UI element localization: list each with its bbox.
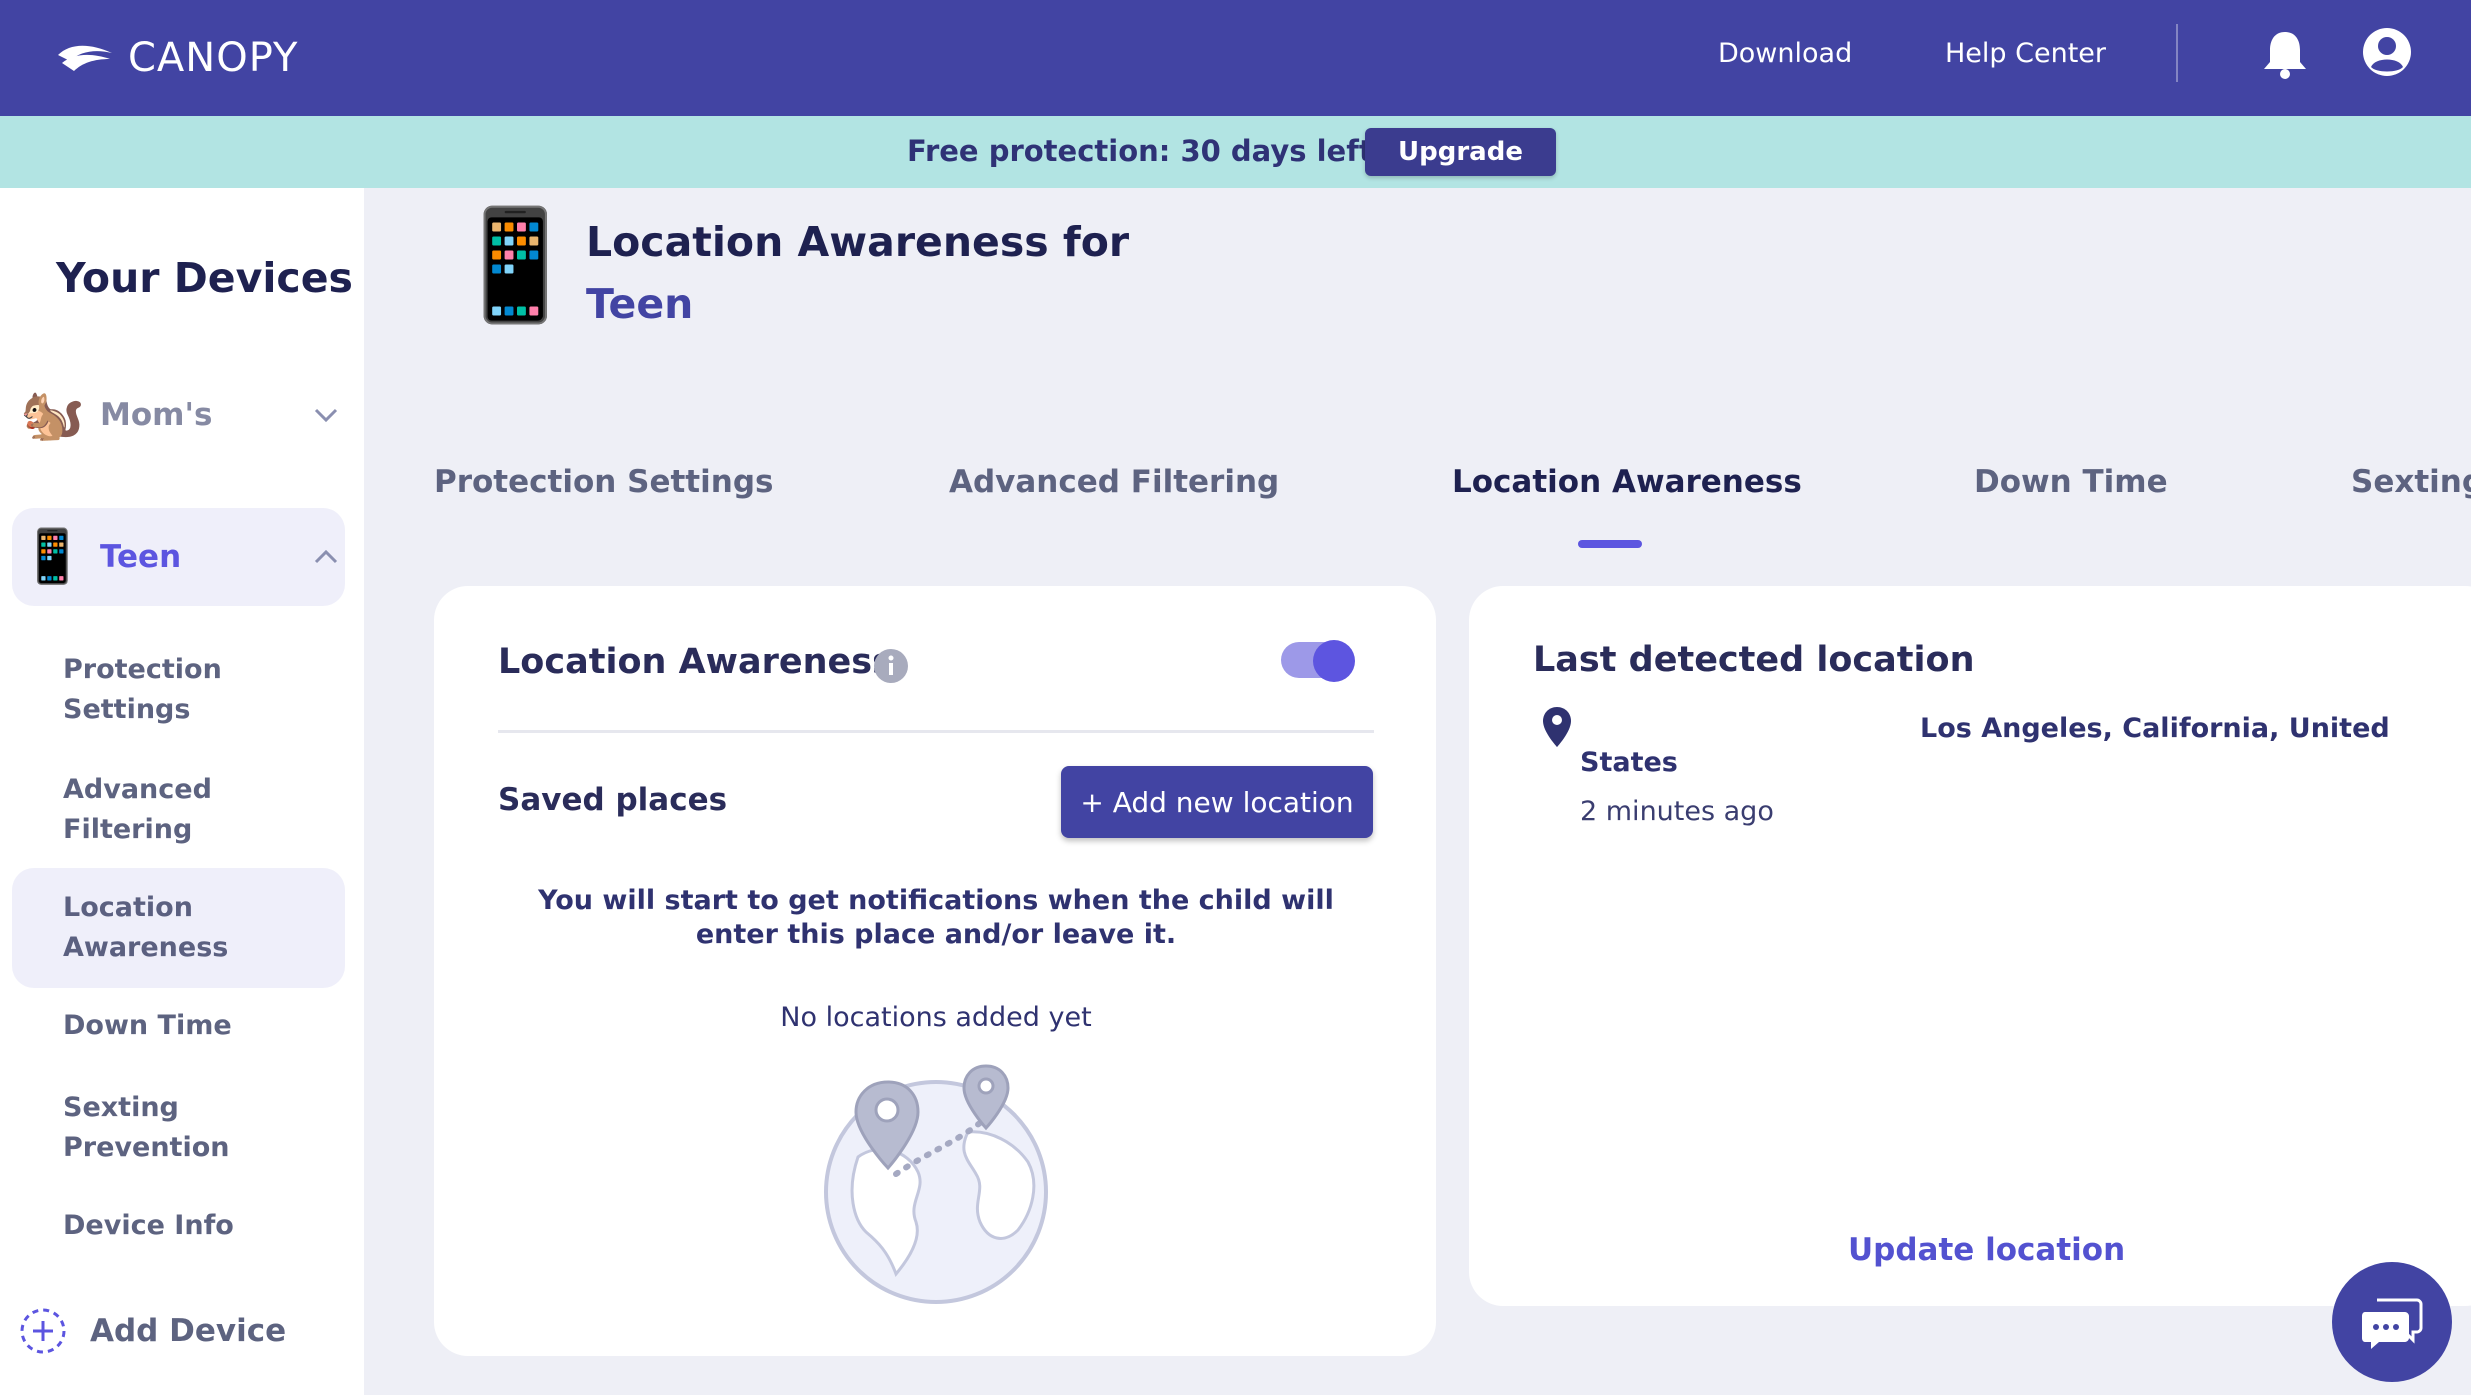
download-link[interactable]: Download bbox=[1718, 38, 1852, 69]
saved-places-title: Saved places bbox=[498, 782, 728, 818]
add-device-label: Add Device bbox=[90, 1313, 287, 1349]
canopy-leaf-icon bbox=[58, 45, 112, 71]
sidebar-item-down-time[interactable]: Down Time bbox=[12, 1006, 345, 1046]
globe-pins-illustration-icon bbox=[824, 1064, 1048, 1304]
page-title: Location Awareness for bbox=[586, 218, 1130, 266]
nav-divider bbox=[2176, 24, 2178, 82]
update-location-link[interactable]: Update location bbox=[1848, 1232, 2125, 1268]
account-icon[interactable] bbox=[2361, 26, 2413, 78]
location-timestamp: 2 minutes ago bbox=[1580, 796, 1774, 827]
add-new-location-button[interactable]: + Add new location bbox=[1061, 766, 1373, 838]
add-device-button[interactable]: Add Device bbox=[18, 1306, 286, 1356]
add-circle-icon bbox=[20, 1308, 66, 1354]
device-moms[interactable]: 🐿️ Mom's bbox=[12, 366, 345, 464]
card-divider bbox=[498, 730, 1374, 733]
sidebar-item-label: Protection Settings bbox=[63, 654, 222, 725]
squirrel-icon: 🐿️ bbox=[20, 385, 85, 445]
tab-advanced-filtering[interactable]: Advanced Filtering bbox=[949, 464, 1279, 500]
device-teen[interactable]: 📱 Teen bbox=[12, 508, 345, 606]
upgrade-button[interactable]: Upgrade bbox=[1365, 128, 1556, 176]
chevron-up-icon[interactable] bbox=[311, 542, 341, 572]
last-detected-location-title: Last detected location bbox=[1533, 640, 1975, 680]
sidebar-item-label: Advanced Filtering bbox=[63, 774, 212, 845]
canopy-logo[interactable]: CANOPY bbox=[56, 30, 298, 86]
location-address: Los Angeles, California, United States bbox=[1580, 712, 2440, 780]
sidebar-item-device-info[interactable]: Device Info bbox=[12, 1206, 345, 1246]
bell-icon[interactable] bbox=[2260, 28, 2310, 80]
help-center-link[interactable]: Help Center bbox=[1945, 38, 2106, 69]
brand-name: CANOPY bbox=[128, 35, 299, 81]
sidebar-title: Your Devices bbox=[56, 254, 353, 302]
tab-protection-settings[interactable]: Protection Settings bbox=[434, 464, 773, 500]
promo-text: Free protection: 30 days left bbox=[907, 134, 1373, 168]
sidebar-item-label: Down Time bbox=[63, 1010, 232, 1041]
location-place: Los Angeles, California, United bbox=[1920, 713, 2390, 744]
location-awareness-title: Location Awareness bbox=[498, 642, 893, 682]
device-label: Teen bbox=[100, 539, 182, 575]
device-phone-icon: 📱 bbox=[448, 203, 583, 328]
chevron-down-icon[interactable] bbox=[311, 400, 341, 430]
location-awareness-toggle[interactable] bbox=[1281, 640, 1355, 682]
sidebar-item-label: Location Awareness bbox=[63, 892, 229, 963]
empty-state-text: No locations added yet bbox=[780, 1002, 1092, 1033]
location-place-cont: States bbox=[1580, 747, 1678, 778]
toggle-knob bbox=[1313, 640, 1355, 682]
tab-sexting[interactable]: Sexting bbox=[2351, 464, 2471, 500]
tab-location-awareness[interactable]: Location Awareness bbox=[1452, 464, 1802, 500]
sidebar-item-location-awareness[interactable]: Location Awareness bbox=[12, 868, 345, 988]
notice-text: You will start to get notifications when… bbox=[538, 885, 1334, 950]
active-tab-indicator bbox=[1578, 540, 1642, 548]
chat-bubble-icon bbox=[2362, 1298, 2423, 1349]
tab-down-time[interactable]: Down Time bbox=[1974, 464, 2168, 500]
sidebar-item-label: Sexting Prevention bbox=[63, 1092, 230, 1163]
sidebar-item-sexting-prevention[interactable]: Sexting Prevention bbox=[12, 1082, 345, 1174]
last-location-card bbox=[1469, 586, 2471, 1306]
phone-icon: 📱 bbox=[20, 527, 85, 587]
sidebar-item-label: Device Info bbox=[63, 1210, 234, 1241]
sidebar-item-protection-settings[interactable]: Protection Settings bbox=[12, 644, 345, 736]
sidebar-item-advanced-filtering[interactable]: Advanced Filtering bbox=[12, 764, 345, 856]
info-icon[interactable] bbox=[873, 648, 909, 684]
map-pin-icon bbox=[1543, 707, 1571, 747]
device-label: Mom's bbox=[100, 397, 213, 433]
chat-button[interactable] bbox=[2332, 1262, 2452, 1382]
page-device-name: Teen bbox=[586, 280, 694, 328]
